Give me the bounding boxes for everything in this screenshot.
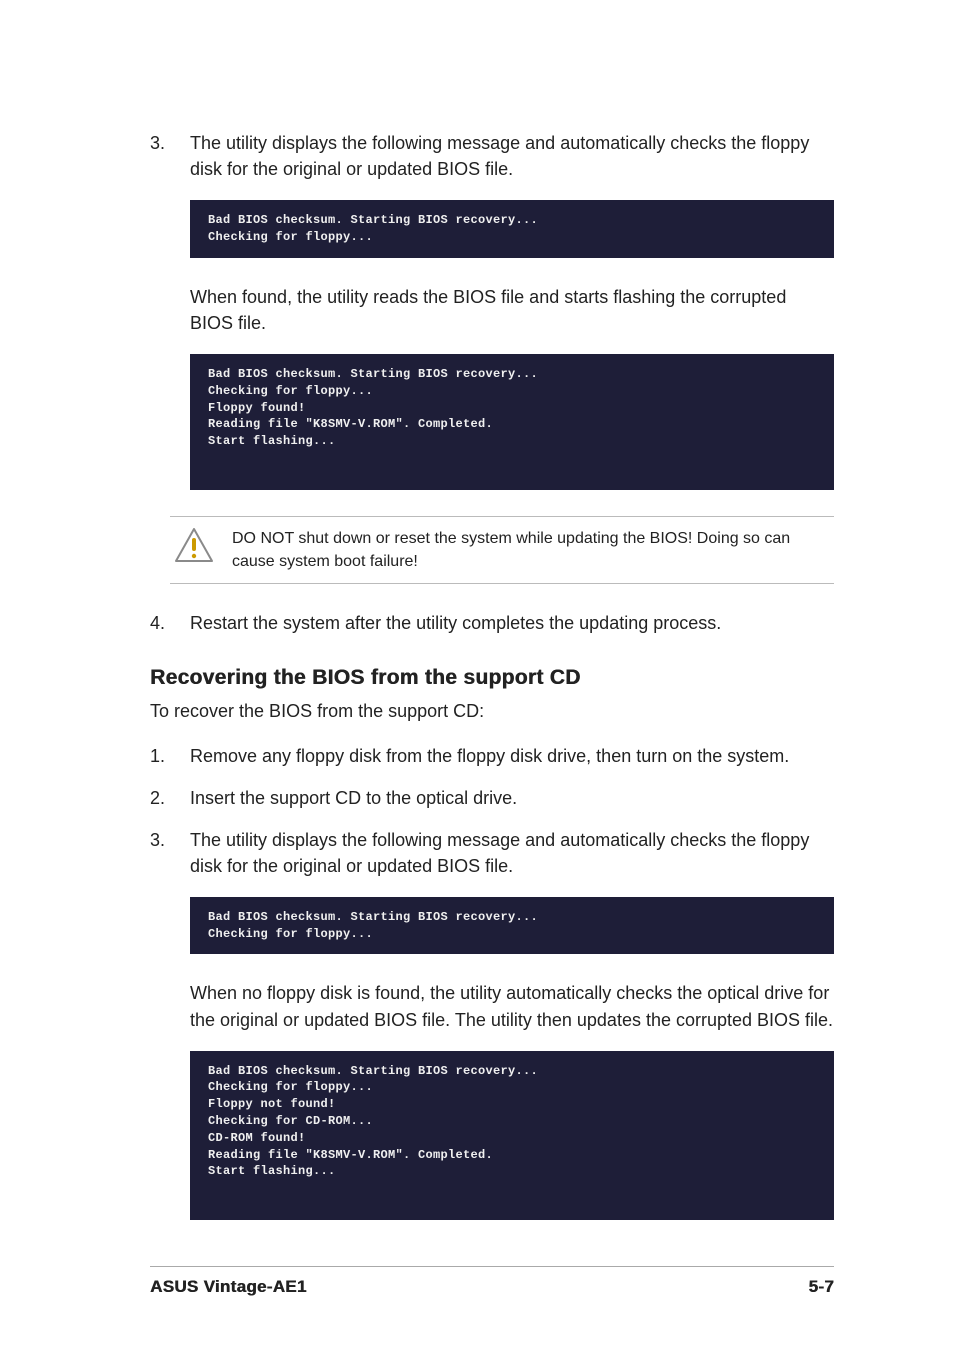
- terminal-block-2: Bad BIOS checksum. Starting BIOS recover…: [190, 354, 834, 490]
- subtext-recovering-cd: To recover the BIOS from the support CD:: [150, 698, 834, 724]
- warning-text: DO NOT shut down or reset the system whi…: [232, 527, 830, 573]
- step-3-number: 3.: [150, 130, 190, 182]
- cd-step-2: 2. Insert the support CD to the optical …: [150, 785, 834, 811]
- terminal-block-1: Bad BIOS checksum. Starting BIOS recover…: [190, 200, 834, 258]
- footer-right: 5-7: [809, 1277, 834, 1297]
- heading-recovering-cd: Recovering the BIOS from the support CD: [150, 666, 834, 690]
- cd-step-2-text: Insert the support CD to the optical dri…: [190, 785, 834, 811]
- cd-step-3-number: 3.: [150, 827, 190, 879]
- step-3: 3. The utility displays the following me…: [150, 130, 834, 182]
- cd-step-1: 1. Remove any floppy disk from the flopp…: [150, 743, 834, 769]
- terminal-block-3: Bad BIOS checksum. Starting BIOS recover…: [190, 897, 834, 955]
- step-4-text: Restart the system after the utility com…: [190, 610, 834, 636]
- step-3-text: The utility displays the following messa…: [190, 130, 834, 182]
- found-text: When found, the utility reads the BIOS f…: [190, 284, 834, 336]
- warning-icon: [174, 527, 214, 568]
- cd-step-3-text: The utility displays the following messa…: [190, 827, 834, 879]
- cd-step-1-text: Remove any floppy disk from the floppy d…: [190, 743, 834, 769]
- no-floppy-text: When no floppy disk is found, the utilit…: [190, 980, 834, 1032]
- terminal-block-4: Bad BIOS checksum. Starting BIOS recover…: [190, 1051, 834, 1221]
- page-footer: ASUS Vintage-AE1 5-7: [150, 1266, 834, 1297]
- cd-step-3: 3. The utility displays the following me…: [150, 827, 834, 879]
- footer-left: ASUS Vintage-AE1: [150, 1277, 307, 1297]
- cd-step-2-number: 2.: [150, 785, 190, 811]
- cd-step-1-number: 1.: [150, 743, 190, 769]
- warning-callout: DO NOT shut down or reset the system whi…: [170, 516, 834, 584]
- step-4: 4. Restart the system after the utility …: [150, 610, 834, 636]
- step-4-number: 4.: [150, 610, 190, 636]
